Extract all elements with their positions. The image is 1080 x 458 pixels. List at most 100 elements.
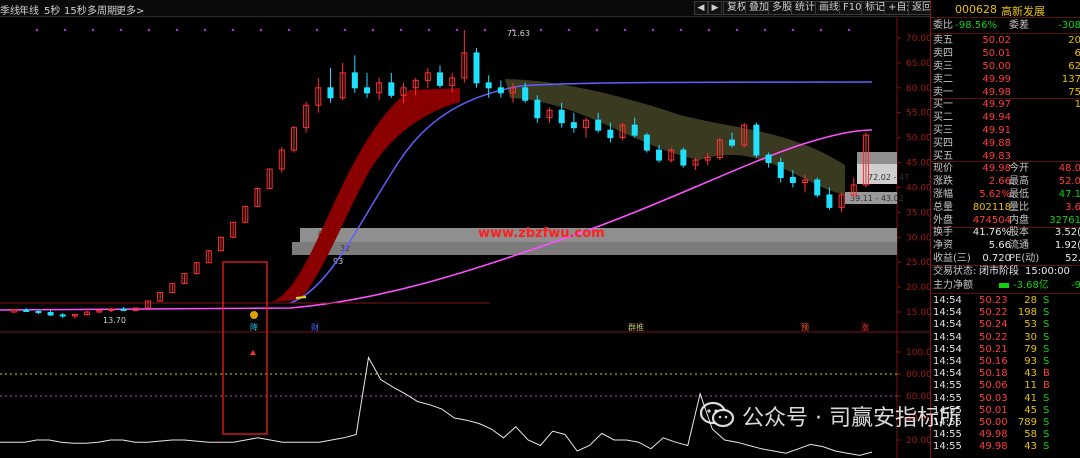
candle-body <box>680 149 687 166</box>
fundamental-label: 流通 <box>1009 240 1029 251</box>
fundamental-row: 净资 5.66 流通 1.92( <box>931 240 1080 252</box>
tick-price: 50.21 <box>979 343 1008 355</box>
tick-side: B <box>1043 380 1050 392</box>
support-band <box>272 88 460 302</box>
candle-body <box>826 194 833 208</box>
trade-status-time: 15:00:00 <box>1025 266 1070 277</box>
fundamental-value: 41.76% <box>972 227 1011 238</box>
tick-price: 50.22 <box>979 307 1008 319</box>
quote-label: 总量 <box>933 202 953 213</box>
tick-volume: 93 <box>1024 356 1037 367</box>
signal-dot <box>427 28 431 32</box>
period-3[interactable]: 15秒 <box>64 2 87 17</box>
period-4[interactable]: 多周期 <box>87 2 117 17</box>
support-zone-2 <box>292 242 897 255</box>
tick-row: 14:54 50.16 93 S <box>931 356 1080 368</box>
signal-dot <box>847 28 851 32</box>
tick-time: 14:55 <box>933 441 962 453</box>
period-1[interactable]: 年线 <box>19 2 39 17</box>
signal-label: 预 <box>801 322 809 332</box>
bid-label: 买三 <box>933 125 953 136</box>
candle-body <box>485 82 492 89</box>
price-axis-label: 35.00 <box>906 208 930 218</box>
candle-body <box>351 72 358 89</box>
candle-body <box>327 87 334 99</box>
tick-price: 50.23 <box>979 295 1008 306</box>
ask-volume: 137 <box>1061 74 1080 85</box>
watermark-text: 公众号 · 司赢安指标所 <box>742 406 961 431</box>
tick-price: 50.22 <box>979 331 1008 343</box>
tick-volume: 43 <box>1024 441 1037 453</box>
bid-label: 买四 <box>933 138 953 149</box>
period-5[interactable]: 更多> <box>116 2 144 17</box>
tick-volume: 43 <box>1024 368 1037 380</box>
tick-price: 50.16 <box>979 356 1008 367</box>
price-axis-label: 40.00 <box>906 183 930 193</box>
candle-body <box>570 122 577 129</box>
fundamental-label: 净资 <box>933 240 953 251</box>
signal-dot <box>651 28 655 32</box>
weibi-label: 委比 <box>933 20 953 31</box>
signal-dot <box>763 28 767 32</box>
tick-volume: 30 <box>1024 331 1037 343</box>
signal-dot <box>791 28 795 32</box>
kline-chart-area[interactable]: 70.00 65.00 60.00 55.00 50.00 45.00 40.00 35.00… <box>0 17 930 458</box>
tick-price: 50.06 <box>979 380 1008 392</box>
signal-dot <box>567 28 571 32</box>
scroll-left-icon[interactable]: ◀ <box>694 1 708 15</box>
candle-body <box>473 52 480 84</box>
tick-volume: 11 <box>1024 380 1037 392</box>
signal-dot <box>735 28 739 32</box>
quote-value: 49.98 <box>982 163 1011 174</box>
signal-label: 降 <box>250 322 258 332</box>
quote-label: 涨跌 <box>933 176 953 187</box>
fundamental-label: 换手 <box>933 227 953 238</box>
signal-dot <box>371 28 375 32</box>
fundamental-row: 收益(三) 0.720 PE(动) 52. <box>931 253 1080 265</box>
candle-body <box>59 314 66 317</box>
quote-label: 涨幅 <box>933 189 953 200</box>
chart-toolbar: 季线 年线 5秒 15秒 多周期 更多> 复权 叠加 多股 统计 画线 F10 标记 +自选 返回 ◀ ▶ <box>0 0 936 17</box>
quote-value: 474504 <box>972 215 1011 226</box>
candle-body <box>558 109 565 124</box>
candle-body <box>789 176 796 183</box>
signal-dot <box>175 28 179 32</box>
divider <box>931 161 1080 162</box>
fundamental-value: 3.52( <box>1054 227 1080 238</box>
scroll-right-icon[interactable]: ▶ <box>708 1 722 15</box>
fundamental-label: PE(动) <box>1009 253 1040 264</box>
tick-time: 14:54 <box>933 307 962 319</box>
signal-dot <box>35 28 39 32</box>
candle-body <box>363 87 370 94</box>
tick-price: 50.24 <box>979 319 1008 331</box>
stock-code[interactable]: 000628 <box>955 3 997 16</box>
quote-row: 涨幅 5.62% 最低 47.1 <box>931 189 1080 201</box>
candle-body <box>814 179 821 196</box>
quote-label: 最低 <box>1009 189 1029 200</box>
tick-volume: 53 <box>1024 319 1037 331</box>
bid-row: 买一 49.97 1 <box>931 99 1080 111</box>
tick-side: S <box>1043 319 1050 331</box>
price-axis-label: 15.00 <box>906 308 930 318</box>
main-flow-label: 主力净额 <box>933 280 973 291</box>
bid-label: 买二 <box>933 112 953 123</box>
candle-body <box>534 99 541 119</box>
period-0[interactable]: 季线 <box>0 2 20 17</box>
indicator-peak-arrow-icon <box>250 350 256 355</box>
candle-body <box>47 311 54 316</box>
ask-label: 卖四 <box>933 48 953 59</box>
period-2[interactable]: 5秒 <box>44 2 60 17</box>
quote-value: 5.62% <box>979 189 1011 200</box>
divider <box>931 17 1080 18</box>
tick-price: 49.98 <box>979 441 1008 453</box>
fundamental-value: 0.720 <box>982 253 1011 264</box>
fundamental-value: 1.92( <box>1054 240 1080 251</box>
signal-dot <box>679 28 683 32</box>
candle-body <box>497 87 504 94</box>
quote-value: 2.66 <box>988 176 1011 187</box>
tick-time: 14:54 <box>933 368 962 380</box>
tick-row: 14:54 50.23 28 S <box>931 295 1080 307</box>
main-flow-row: 主力净额 -3.68亿 -9 <box>931 280 1080 292</box>
weidiff-label: 委差 <box>1009 20 1029 31</box>
quote-value: 52.0 <box>1058 176 1080 187</box>
